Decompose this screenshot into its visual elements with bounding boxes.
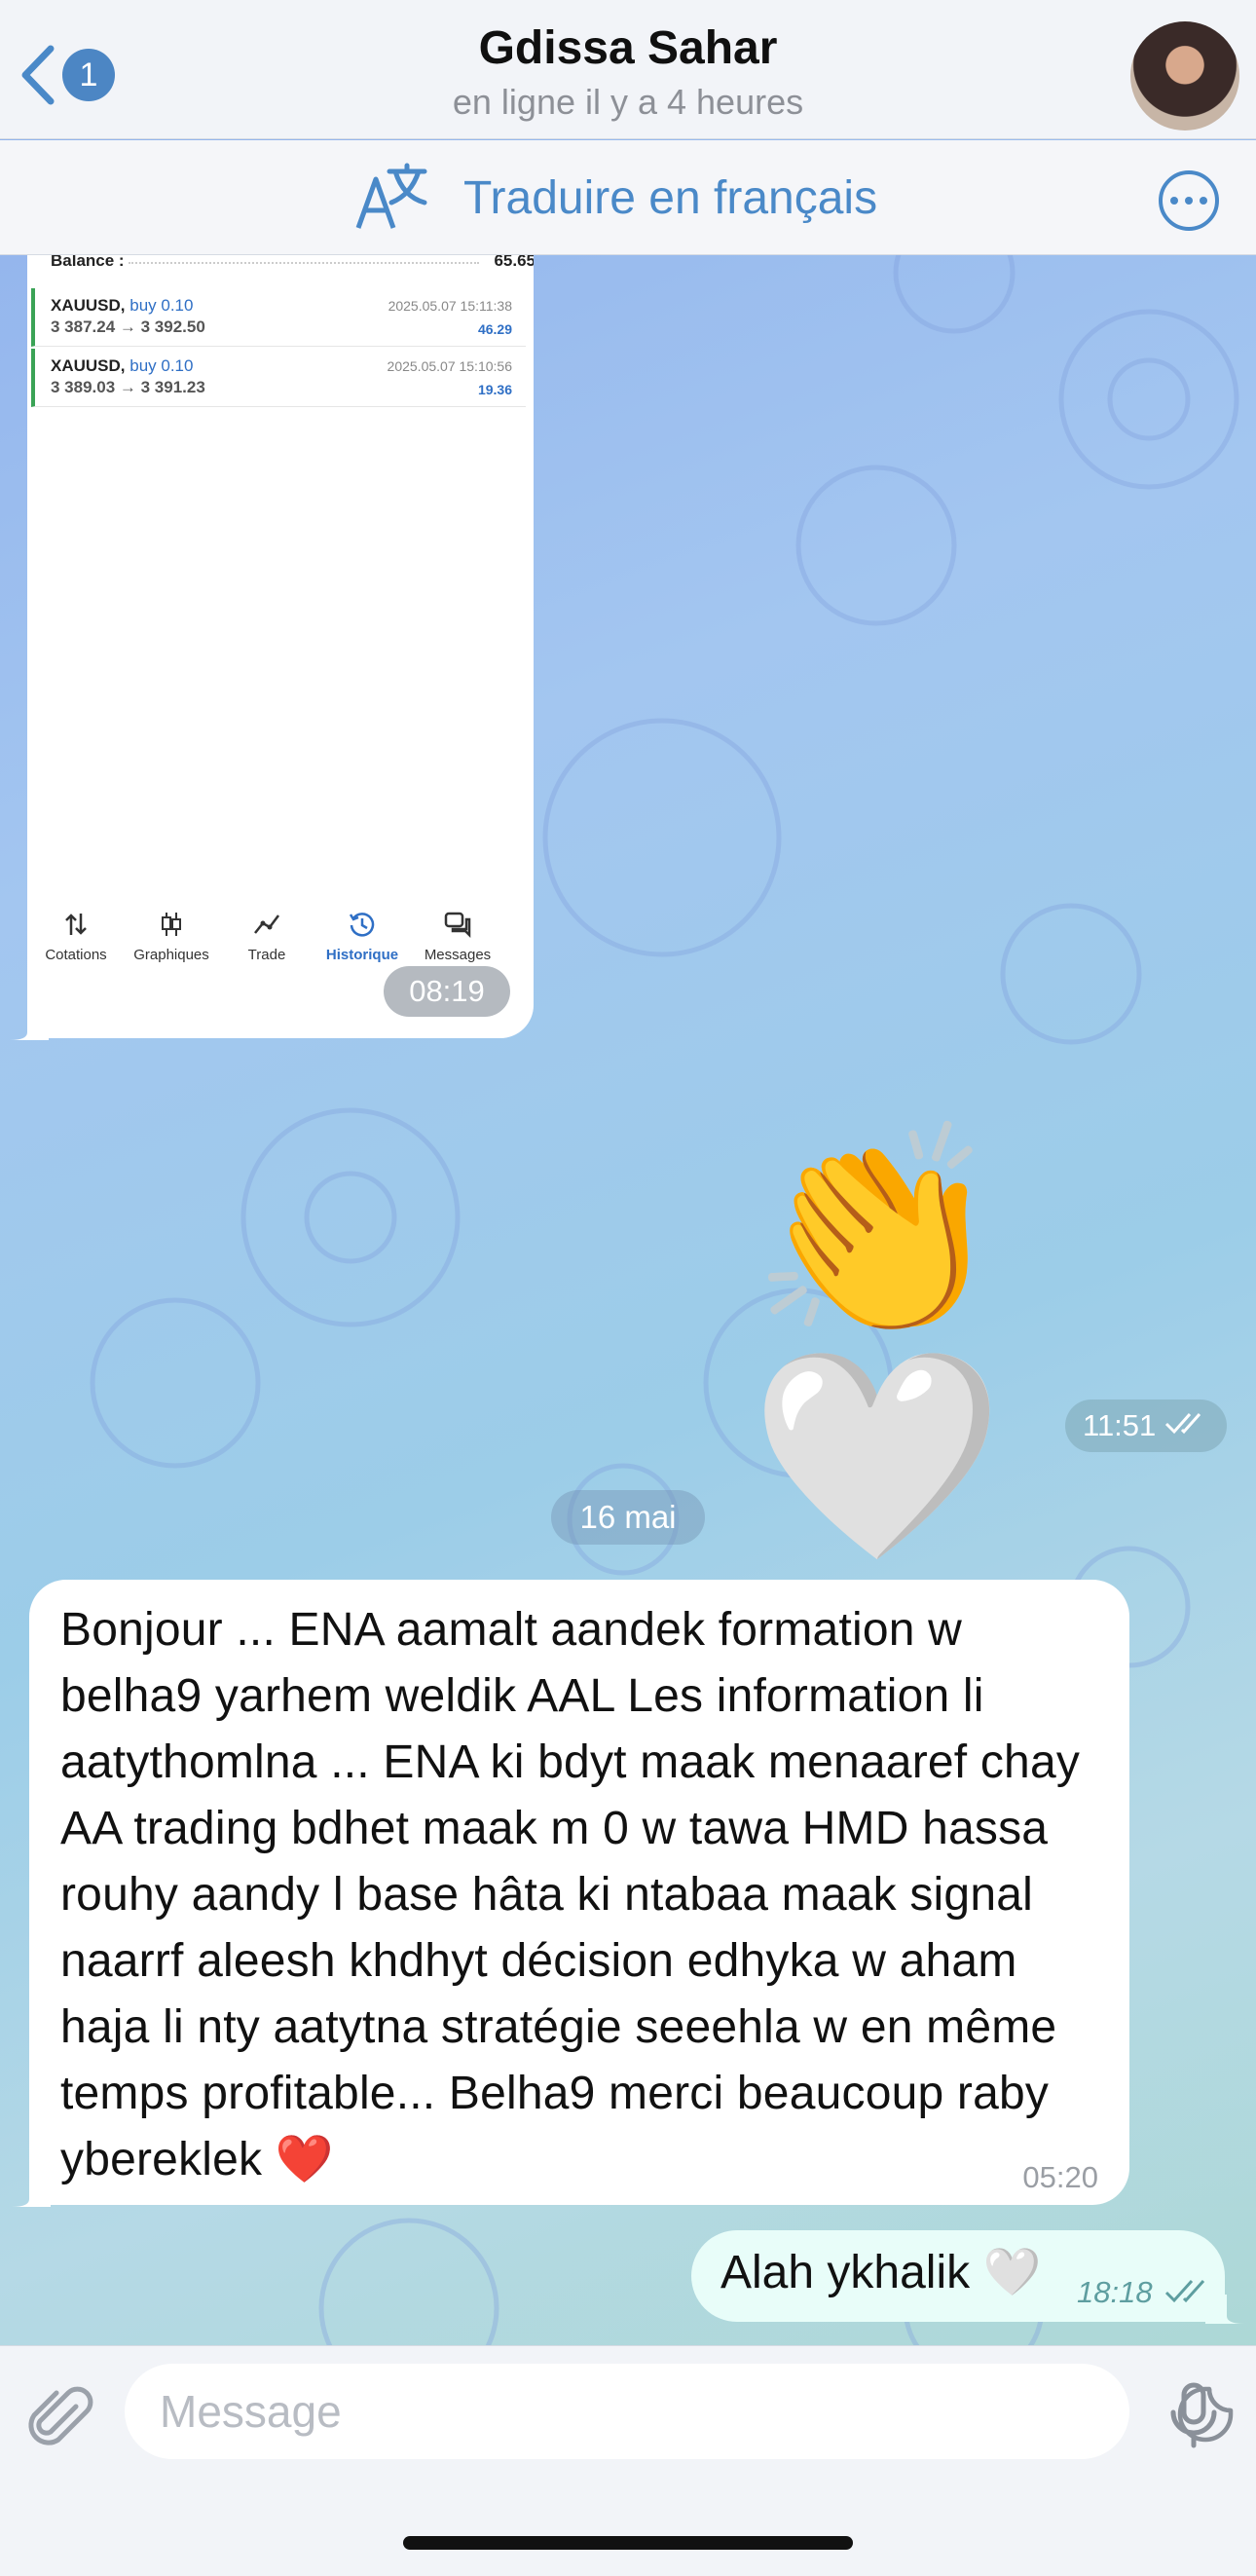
trade-datetime: 2025.05.07 15:11:38 (388, 298, 512, 314)
trade-profit: 46.29 (477, 321, 512, 337)
tab-label: Historique (325, 947, 399, 963)
bubble-tail (10, 1013, 49, 1040)
message-time: 08:19 (384, 966, 510, 1017)
trade-direction: buy 0.10 (129, 356, 194, 375)
tab-label: Trade (247, 947, 286, 963)
screenshot-message[interactable]: Balance : 65.65 XAUUSD, buy 0.10 3 387.2… (27, 255, 534, 1038)
message-text: Alah ykhalik 🤍 (720, 2247, 1042, 2298)
trade-direction: buy 0.10 (129, 296, 194, 315)
incoming-message[interactable]: Bonjour ... ENA aamalt aandek formation … (29, 1580, 1129, 2205)
paperclip-icon[interactable] (27, 2385, 95, 2453)
trade-profit: 19.36 (477, 382, 512, 397)
double-check-icon (1164, 1413, 1201, 1435)
trade-prices: 3 389.03 → 3 391.23 (51, 378, 205, 396)
date-separator: 16 mai (551, 1490, 705, 1545)
dot-icon (1200, 197, 1207, 205)
dotted-leader (129, 262, 479, 264)
tab-label: Cotations (45, 947, 107, 963)
balance-row: Balance : 65.65 (51, 255, 534, 271)
trade-prices: 3 387.24 → 3 392.50 (51, 317, 205, 336)
more-options-button[interactable] (1159, 170, 1219, 231)
outgoing-message[interactable]: Alah ykhalik 🤍 18:18 (691, 2230, 1225, 2322)
contact-status: en ligne il y a 4 heures (452, 82, 804, 122)
history-clock-icon (349, 913, 375, 937)
trade-symbol: XAUUSD, (51, 296, 126, 315)
translate-button[interactable]: Traduire en français (351, 162, 877, 234)
trade-symbol: XAUUSD, (51, 356, 126, 375)
microphone-icon[interactable] (1164, 2381, 1223, 2449)
trade-row: XAUUSD, buy 0.10 3 389.03 → 3 391.23 202… (31, 349, 526, 407)
dot-icon (1185, 197, 1193, 205)
message-time: 11:51 (1083, 1408, 1157, 1442)
trade-datetime: 2025.05.07 15:10:56 (387, 358, 512, 374)
chat-bubbles-icon (444, 912, 471, 939)
tab-messages: Messages (409, 908, 506, 963)
tab-label: Messages (424, 947, 492, 963)
bubble-tail (12, 2178, 51, 2207)
avatar[interactable] (1130, 21, 1239, 131)
trend-line-icon (254, 915, 279, 934)
message-input[interactable] (160, 2383, 1016, 2440)
bubble-tail (1205, 2295, 1244, 2324)
emoji-message[interactable]: 👏🤍 (750, 1120, 1256, 1568)
tab-historique: Historique (314, 908, 411, 963)
candlestick-icon (162, 913, 181, 936)
message-text: Bonjour ... ENA aamalt aandek formation … (60, 1604, 1081, 2185)
message-time: 18:18 (1077, 2275, 1153, 2309)
dot-icon (1170, 197, 1178, 205)
balance-label: Balance : (51, 255, 125, 270)
tab-label: Graphiques (133, 947, 209, 963)
chat-header: 1 Gdissa Sahar en ligne il y a 4 heures (0, 0, 1256, 139)
contact-name[interactable]: Gdissa Sahar (0, 21, 1256, 75)
translate-icon (355, 163, 427, 229)
translate-bar: Traduire en français (0, 140, 1256, 255)
tab-graphiques: Graphiques (123, 908, 220, 963)
message-time-pill: 11:51 (1065, 1400, 1227, 1452)
tab-cotations: Cotations (27, 908, 125, 963)
message-time: 05:20 (1022, 2160, 1098, 2194)
arrows-updown-icon (65, 914, 87, 935)
trade-row: XAUUSD, buy 0.10 3 387.24 → 3 392.50 202… (31, 288, 526, 347)
tab-trade: Trade (218, 908, 315, 963)
home-indicator (403, 2536, 853, 2550)
message-field (125, 2364, 1234, 2459)
translate-label: Traduire en français (463, 171, 878, 224)
balance-value: 65.65 (494, 255, 534, 270)
